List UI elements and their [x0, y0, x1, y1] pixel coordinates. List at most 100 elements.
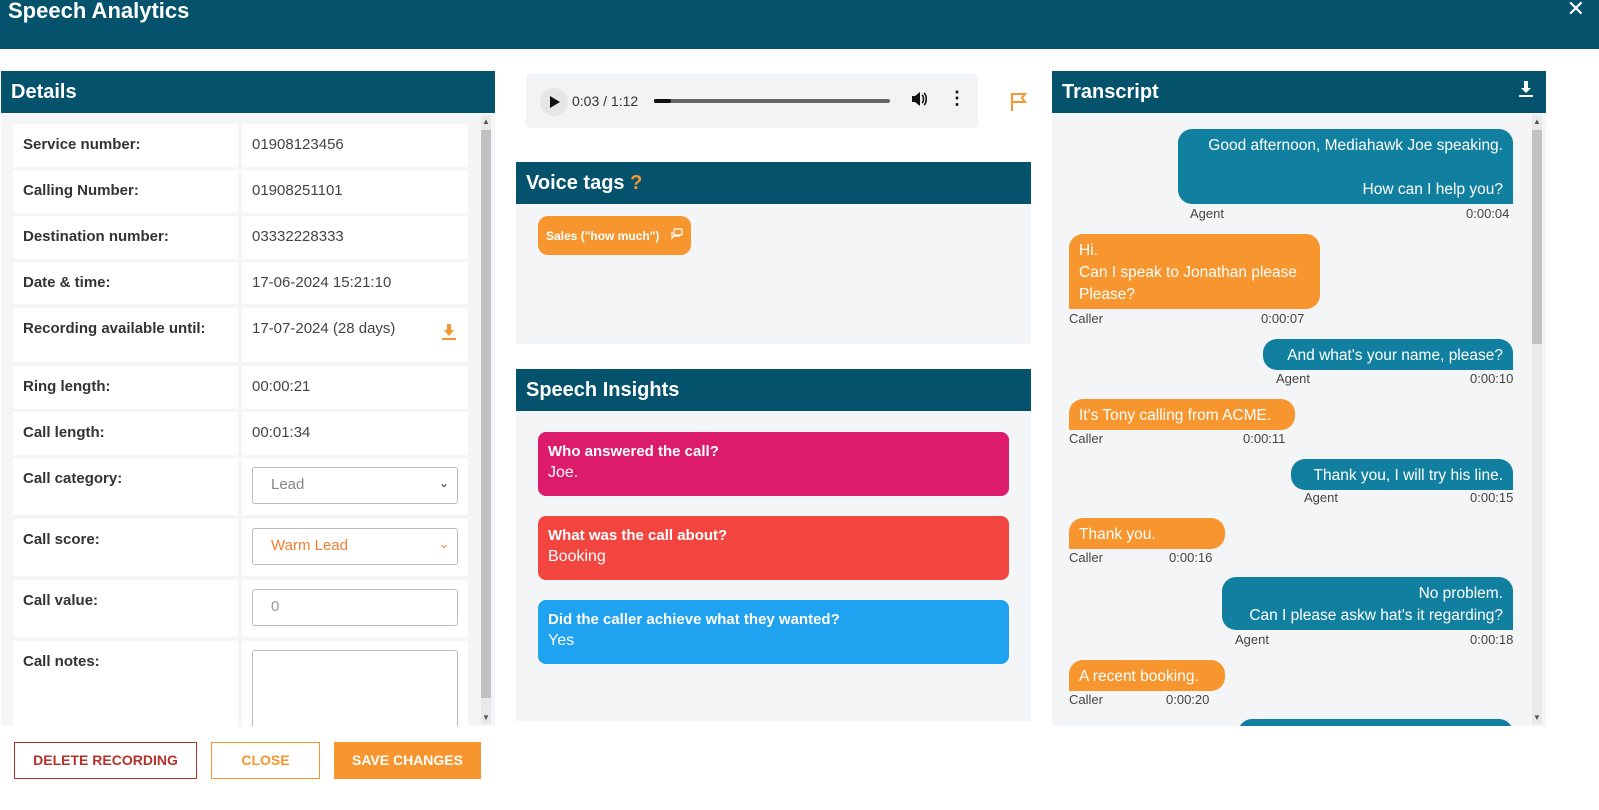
voice-tag[interactable]: Sales ("how much")	[538, 216, 691, 255]
transcript-scrollbar[interactable]: ▲ ▼	[1532, 115, 1542, 724]
audio-time: 0:03 / 1:12	[572, 93, 639, 109]
message-speaker: Agent	[1190, 206, 1224, 221]
close-button[interactable]: CLOSE	[211, 742, 320, 779]
detail-label: Call length:	[13, 412, 238, 455]
detail-value: 03332228333	[242, 216, 468, 259]
message-speaker: Agent	[1304, 490, 1338, 505]
message-speaker: Caller	[1069, 550, 1103, 565]
detail-row-ring-length: Ring length: 00:00:21	[13, 366, 468, 409]
insight-answer: Joe.	[548, 464, 579, 481]
delete-recording-button[interactable]: DELETE RECORDING	[14, 742, 197, 779]
message-speaker: Agent	[1235, 632, 1269, 647]
speech-insights-panel: Speech Insights Who answered the call? J…	[516, 369, 1031, 721]
message-time: 0:00:16	[1169, 550, 1213, 565]
select-value: Warm Lead	[271, 537, 348, 554]
details-title: Details	[1, 71, 495, 113]
flag-icon[interactable]	[1010, 92, 1028, 118]
message-speaker: Caller	[1069, 431, 1103, 446]
call-score-select[interactable]: Warm Lead ⌄	[252, 528, 458, 565]
detail-row-recording-available: Recording available until: 17-07-2024 (2…	[13, 308, 468, 362]
transcript-message-agent: Thank you, I will try his line.	[1291, 459, 1513, 490]
scroll-up-icon[interactable]: ▲	[1533, 117, 1541, 126]
message-line: Can I please askw hat's it regarding?	[1249, 607, 1503, 624]
detail-label: Recording available until:	[13, 308, 238, 362]
more-options-icon[interactable]: ⋮	[948, 88, 966, 109]
select-value: Lead	[271, 476, 305, 493]
scroll-up-icon[interactable]: ▲	[482, 117, 490, 126]
scroll-down-icon[interactable]: ▼	[482, 713, 490, 722]
message-line: A recent booking.	[1079, 668, 1199, 685]
message-time: 0:00:07	[1261, 311, 1305, 326]
detail-value: 17-06-2024 15:21:10	[242, 262, 468, 304]
insight-question: What was the call about?	[548, 527, 728, 544]
save-changes-button[interactable]: SAVE CHANGES	[334, 742, 481, 779]
download-icon[interactable]	[442, 324, 456, 345]
transcript-message-agent: Good afternoon, Mediahawk Joe speaking. …	[1178, 129, 1513, 204]
insight-card: What was the call about? Booking	[538, 516, 1009, 580]
message-line: How can I help you?	[1362, 181, 1503, 198]
call-notes-textarea[interactable]	[252, 650, 458, 726]
close-icon[interactable]: ✕	[1567, 0, 1585, 22]
detail-value-cell: Lead ⌄	[242, 458, 468, 515]
call-value-input[interactable]: 0	[252, 589, 458, 626]
message-line: Can I speak to Jonathan please	[1079, 264, 1298, 281]
detail-row-call-score: Call score: Warm Lead ⌄	[13, 519, 468, 576]
detail-row-service-number: Service number: 01908123456	[13, 124, 468, 167]
message-time: 0:00:20	[1166, 692, 1210, 707]
audio-progress-track[interactable]	[654, 99, 890, 103]
play-button[interactable]	[540, 88, 568, 116]
chevron-down-icon: ⌄	[438, 476, 449, 490]
detail-row-call-category: Call category: Lead ⌄	[13, 458, 468, 515]
message-line: It's Tony calling from ACME.	[1079, 407, 1272, 424]
detail-label: Call category:	[13, 458, 238, 515]
audio-player: 0:03 / 1:12 ⋮	[526, 74, 978, 128]
details-body: Service number: 01908123456 Calling Numb…	[1, 113, 495, 726]
detail-label: Call value:	[13, 580, 238, 637]
detail-row-date-time: Date & time: 17-06-2024 15:21:10	[13, 262, 468, 304]
message-time: 0:00:18	[1470, 632, 1514, 647]
insight-question: Did the caller achieve what they wanted?	[548, 611, 840, 628]
detail-value: 00:00:21	[242, 366, 468, 409]
scrollbar-thumb[interactable]	[1532, 130, 1542, 344]
voice-tags-title: Voice tags ?	[516, 162, 1031, 204]
play-icon	[550, 96, 560, 108]
scroll-down-icon[interactable]: ▼	[1533, 713, 1541, 722]
transcript-title-text: Transcript	[1062, 81, 1159, 103]
message-line: Thank you.	[1079, 526, 1156, 543]
call-category-select[interactable]: Lead ⌄	[252, 467, 458, 504]
title-bar: Speech Analytics ✕	[0, 0, 1599, 49]
transcript-body: Good afternoon, Mediahawk Joe speaking. …	[1052, 113, 1546, 726]
message-time: 0:00:04	[1466, 206, 1510, 221]
transcript-message-agent: No problem. Can I please askw hat's it r…	[1222, 577, 1513, 630]
message-line: Thank you, I will try his line.	[1313, 467, 1503, 484]
insight-card: Did the caller achieve what they wanted?…	[538, 600, 1009, 664]
detail-label: Calling Number:	[13, 170, 238, 213]
detail-label: Destination number:	[13, 216, 238, 259]
detail-value: 01908123456	[242, 124, 468, 167]
message-time: 0:00:11	[1243, 431, 1286, 446]
message-line: Please?	[1079, 286, 1136, 303]
audio-progress-fill	[654, 99, 671, 103]
chevron-down-icon: ⌄	[438, 537, 449, 551]
insight-answer: Booking	[548, 548, 606, 565]
volume-icon[interactable]	[910, 90, 928, 113]
details-scrollbar[interactable]: ▲ ▼	[481, 115, 491, 724]
transcript-title: Transcript	[1052, 71, 1546, 113]
detail-value-cell	[242, 641, 468, 726]
message-line: Good afternoon, Mediahawk Joe speaking.	[1208, 137, 1503, 154]
detail-row-call-notes: Call notes:	[13, 641, 468, 726]
detail-value: 00:01:34	[242, 412, 468, 455]
help-icon[interactable]: ?	[630, 172, 642, 194]
detail-row-calling-number: Calling Number: 01908251101	[13, 170, 468, 213]
voice-tags-title-text: Voice tags	[526, 172, 625, 194]
message-speaker: Caller	[1069, 692, 1103, 707]
detail-label: Call score:	[13, 519, 238, 576]
download-icon[interactable]	[1518, 71, 1534, 113]
scrollbar-thumb[interactable]	[481, 130, 491, 698]
insight-answer: Yes	[548, 632, 575, 649]
details-panel: Details Service number: 01908123456 Call…	[1, 71, 495, 726]
detail-value: 17-07-2024 (28 days)	[252, 320, 396, 337]
insight-question: Who answered the call?	[548, 443, 719, 460]
detail-label: Ring length:	[13, 366, 238, 409]
detail-row-call-value: Call value: 0	[13, 580, 468, 637]
